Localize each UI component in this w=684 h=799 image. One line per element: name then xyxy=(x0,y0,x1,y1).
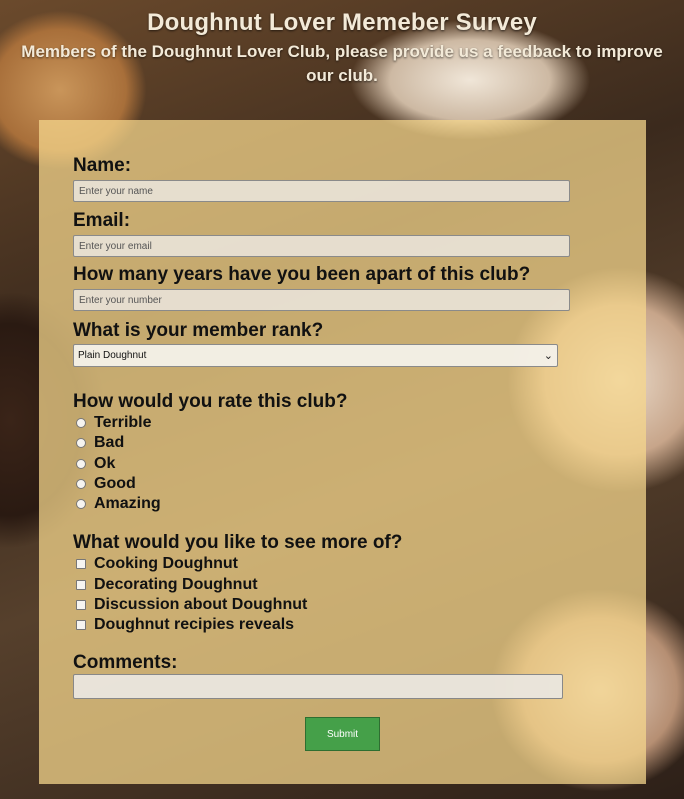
rate-option[interactable]: Terrible xyxy=(76,414,152,432)
comments-textarea[interactable] xyxy=(73,674,563,699)
more-option[interactable]: Discussion about Doughnut xyxy=(76,596,307,614)
rank-label: What is your member rank? xyxy=(73,320,324,341)
more-label: What would you like to see more of? xyxy=(73,532,403,553)
rate-option-label: Bad xyxy=(94,434,125,451)
submit-button[interactable]: Submit xyxy=(305,717,380,751)
years-input[interactable] xyxy=(73,289,570,311)
rate-option[interactable]: Ok xyxy=(76,455,115,473)
email-label: Email: xyxy=(73,210,131,231)
more-option[interactable]: Doughnut recipies reveals xyxy=(76,616,294,634)
rate-option-label: Amazing xyxy=(94,495,161,512)
more-option-label: Discussion about Doughnut xyxy=(94,596,308,613)
chevron-down-icon: ⌄ xyxy=(543,350,553,362)
more-option-label: Cooking Doughnut xyxy=(94,555,238,572)
rate-option-label: Terrible xyxy=(94,414,152,431)
comments-label: Comments: xyxy=(73,652,178,673)
more-option[interactable]: Decorating Doughnut xyxy=(76,576,258,594)
page-subtitle: Members of the Doughnut Lover Club, plea… xyxy=(21,42,663,85)
rate-option[interactable]: Good xyxy=(76,475,136,493)
radio-button[interactable] xyxy=(76,499,86,509)
checkbox[interactable] xyxy=(76,580,86,590)
radio-button[interactable] xyxy=(76,438,86,448)
radio-button[interactable] xyxy=(76,459,86,469)
rate-option-label: Good xyxy=(94,475,136,492)
rank-selected-value: Plain Doughnut xyxy=(78,350,147,361)
rank-select[interactable]: Plain Doughnut ⌄ xyxy=(73,344,558,367)
years-label: How many years have you been apart of th… xyxy=(73,264,531,285)
page-title: Doughnut Lover Memeber Survey xyxy=(147,9,537,36)
more-option[interactable]: Cooking Doughnut xyxy=(76,555,238,573)
rate-option[interactable]: Amazing xyxy=(76,495,161,513)
rate-option-label: Ok xyxy=(94,455,116,472)
checkbox[interactable] xyxy=(76,620,86,630)
checkbox[interactable] xyxy=(76,600,86,610)
checkbox[interactable] xyxy=(76,559,86,569)
radio-button[interactable] xyxy=(76,479,86,489)
survey-form: Name: Email: How many years have you bee… xyxy=(39,120,646,784)
radio-button[interactable] xyxy=(76,418,86,428)
more-option-label: Doughnut recipies reveals xyxy=(94,616,295,633)
email-input[interactable] xyxy=(73,235,570,257)
rate-option[interactable]: Bad xyxy=(76,434,124,452)
name-label: Name: xyxy=(73,155,132,176)
rate-label: How would you rate this club? xyxy=(73,391,348,412)
name-input[interactable] xyxy=(73,180,570,202)
more-option-label: Decorating Doughnut xyxy=(94,576,258,593)
